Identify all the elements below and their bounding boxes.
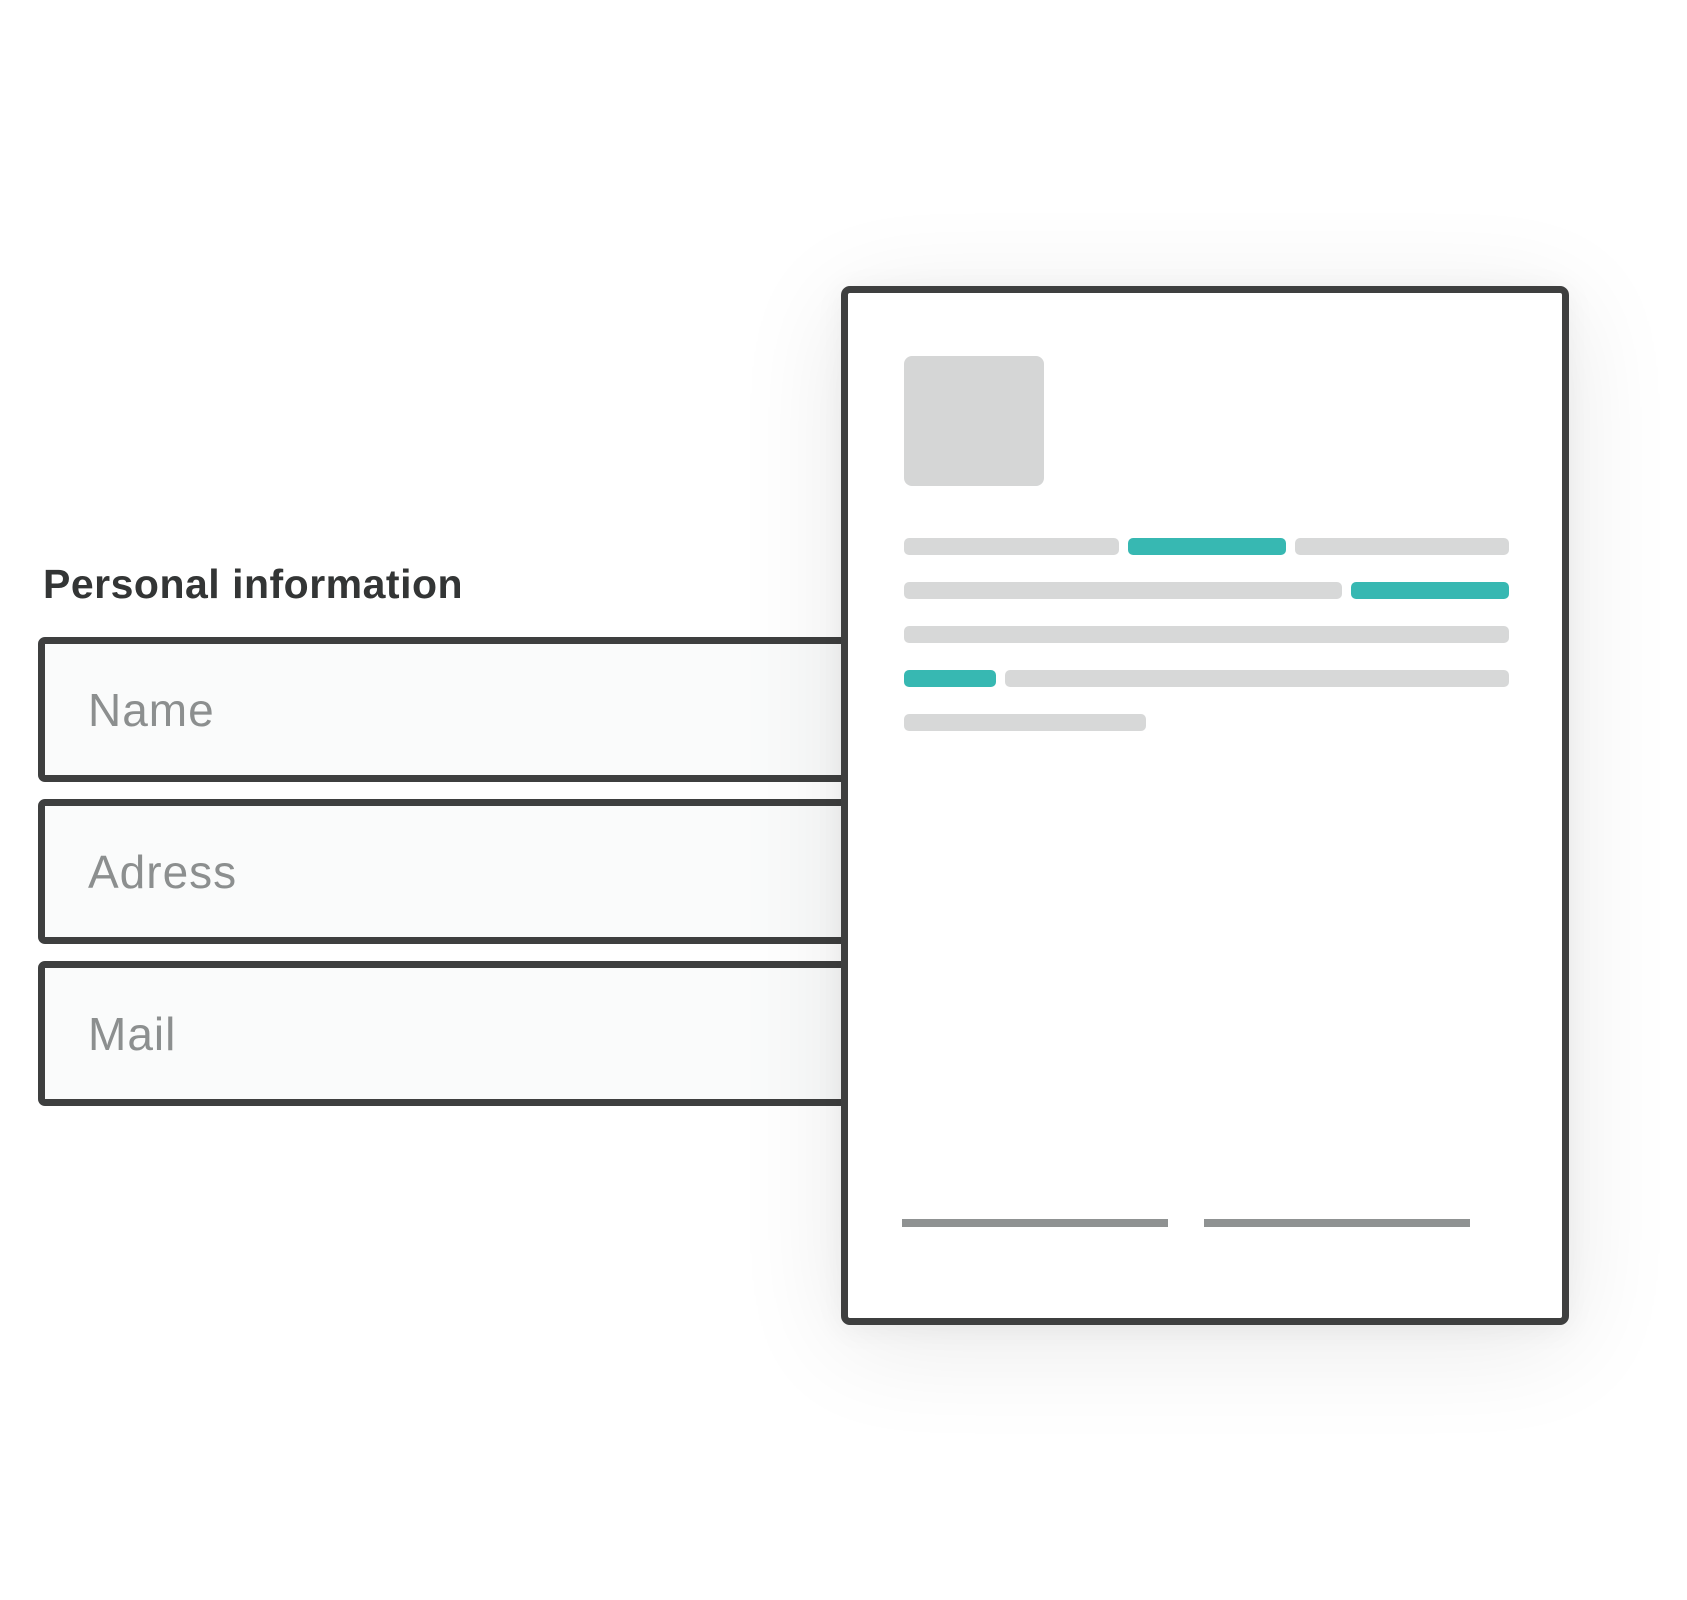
signature-line-right	[1204, 1219, 1470, 1227]
name-placeholder: Name	[88, 683, 215, 736]
signature-line-left	[902, 1219, 1168, 1227]
section-title: Personal information	[43, 561, 464, 607]
address-placeholder: Adress	[88, 845, 238, 898]
illustration: Personal information Name Adress Mail	[0, 0, 1687, 1600]
highlight-line	[1351, 582, 1509, 599]
highlight-line	[1128, 538, 1286, 555]
text-line	[904, 582, 1342, 599]
mail-field[interactable]: Mail	[38, 961, 918, 1106]
text-line	[904, 538, 1119, 555]
text-line	[904, 626, 1509, 643]
name-field[interactable]: Name	[38, 637, 918, 782]
text-line	[1005, 670, 1509, 687]
document-preview	[841, 286, 1569, 1325]
text-line	[904, 714, 1146, 731]
mail-placeholder: Mail	[88, 1007, 177, 1060]
logo-placeholder	[904, 356, 1044, 486]
address-field[interactable]: Adress	[38, 799, 918, 944]
highlight-line	[904, 670, 996, 687]
text-line	[1295, 538, 1509, 555]
